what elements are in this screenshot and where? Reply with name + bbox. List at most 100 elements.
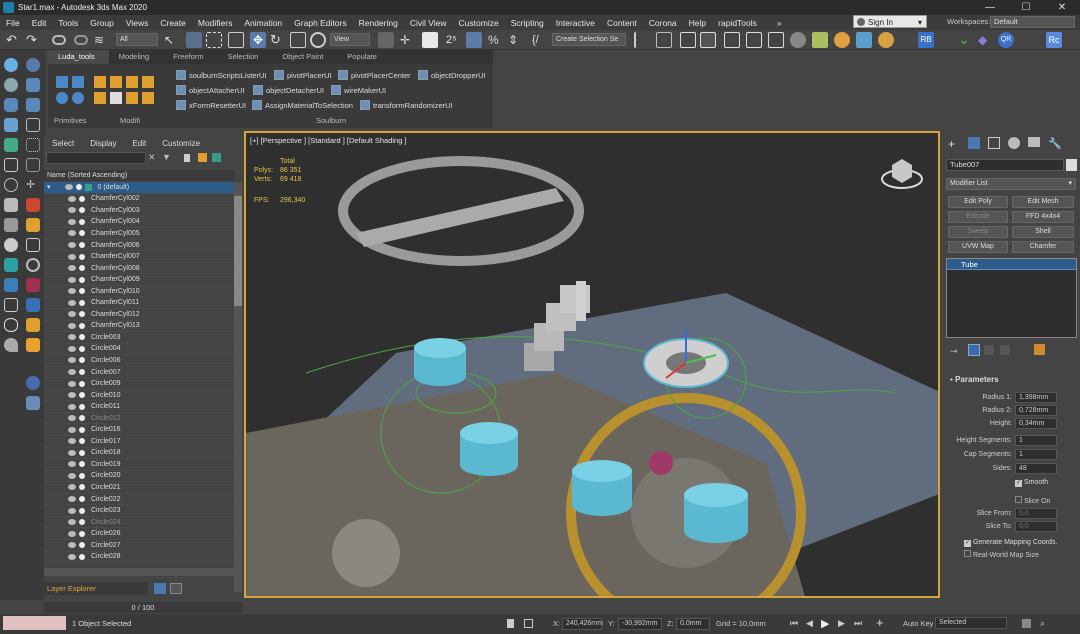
object-row[interactable]: Circle021 xyxy=(44,482,234,494)
redo-icon[interactable]: ↷ xyxy=(26,32,42,48)
dot-icon[interactable] xyxy=(4,238,18,252)
grid-icon[interactable] xyxy=(4,158,18,172)
mod-d-icon[interactable] xyxy=(142,76,154,88)
object-attacher-button[interactable]: objectAttacherUI xyxy=(176,85,244,95)
shape-icon[interactable] xyxy=(79,449,85,456)
schematic-view-icon[interactable] xyxy=(768,32,784,48)
cone-icon[interactable] xyxy=(26,98,40,112)
object-row[interactable]: Circle009 xyxy=(44,378,234,390)
link-icon[interactable] xyxy=(52,35,66,45)
pivot-icon[interactable] xyxy=(378,32,394,48)
perspective-viewport[interactable]: [+] [Perspective ] [Standard ] [Default … xyxy=(244,131,940,598)
select-manipulate-icon[interactable]: ✛ xyxy=(400,32,416,48)
workspace-select[interactable]: Default xyxy=(990,16,1075,28)
freeze-icon[interactable] xyxy=(79,276,85,283)
plane-icon[interactable] xyxy=(4,138,18,152)
freeze-icon[interactable] xyxy=(79,218,85,225)
visibility-eye-icon[interactable] xyxy=(68,357,76,364)
shape-icon[interactable] xyxy=(79,357,85,364)
tab-luda-tools[interactable]: Luda_tools xyxy=(48,50,109,64)
stack-item-tube[interactable]: Tube xyxy=(947,259,1076,270)
object-row[interactable]: Circle003 xyxy=(44,332,234,344)
globe-icon[interactable] xyxy=(26,376,40,390)
next-frame-icon[interactable]: ▶ xyxy=(838,618,845,629)
visibility-eye-icon[interactable] xyxy=(68,276,76,283)
sweep-button[interactable]: Sweep xyxy=(948,226,1008,238)
mod-h-icon[interactable] xyxy=(142,92,154,104)
explorer-menu-display[interactable]: Display xyxy=(82,139,124,148)
name-column-header[interactable]: Name (Sorted Ascending) xyxy=(44,170,234,181)
axis-icon[interactable]: ✛ xyxy=(26,178,40,192)
visibility-eye-icon[interactable] xyxy=(68,299,76,306)
visibility-eye-icon[interactable] xyxy=(68,207,76,214)
shell-button[interactable]: Shell xyxy=(1012,226,1074,238)
rotate-icon[interactable]: ↻ xyxy=(270,32,286,48)
mod-f-icon[interactable] xyxy=(110,92,122,104)
filter-icon[interactable]: ▼ xyxy=(162,152,171,162)
menu-scripting[interactable]: Scripting xyxy=(505,18,550,28)
real-world-checkbox[interactable]: Real-World Map Size xyxy=(964,550,1039,559)
signin-button[interactable]: Sign In ▾ xyxy=(853,15,927,28)
keyboard-shortcut-icon[interactable] xyxy=(422,32,438,48)
freeze-icon[interactable] xyxy=(79,265,85,272)
z-coord-field[interactable]: 0,0mm xyxy=(676,618,710,630)
close-button[interactable]: ✕ xyxy=(1044,0,1080,15)
sides-spinner[interactable]: 48 xyxy=(1015,463,1057,474)
shape-icon[interactable] xyxy=(79,334,85,341)
stack-icon[interactable] xyxy=(26,396,40,410)
selected-key-select[interactable]: Selected xyxy=(935,617,1007,629)
mod-icon[interactable] xyxy=(26,198,40,212)
shape-icon[interactable] xyxy=(79,530,85,537)
freeze-icon[interactable] xyxy=(79,253,85,260)
visibility-eye-icon[interactable] xyxy=(68,449,76,456)
modifier-list-select[interactable]: Modifier List ▾ xyxy=(946,178,1076,190)
radius1-spinner[interactable]: 1,398mm xyxy=(1015,392,1057,403)
freeze-icon[interactable] xyxy=(75,184,82,191)
ffd-button[interactable]: FFD 4x4x4 xyxy=(1012,211,1074,223)
xform-resetter-button[interactable]: xFormResetterUI xyxy=(176,100,246,110)
edit-poly-button[interactable]: Edit Poly xyxy=(948,196,1008,208)
placement-icon[interactable] xyxy=(310,32,326,48)
menu-edit[interactable]: Edit xyxy=(26,18,53,28)
object-color-swatch[interactable] xyxy=(1066,159,1077,171)
spline-icon[interactable] xyxy=(4,178,18,192)
tape-icon[interactable] xyxy=(26,158,40,172)
lamp-icon[interactable] xyxy=(4,118,18,132)
graphite-toggle-icon[interactable] xyxy=(724,32,740,48)
visibility-eye-icon[interactable] xyxy=(68,392,76,399)
lock-selection-icon[interactable] xyxy=(507,619,514,628)
bind-spacewarp-icon[interactable]: ≋ xyxy=(94,32,110,48)
shape-icon[interactable] xyxy=(79,507,85,514)
maxscript-listener[interactable] xyxy=(3,616,66,630)
visibility-eye-icon[interactable] xyxy=(68,426,76,433)
scrollbar-thumb[interactable] xyxy=(234,196,242,306)
cube-orange-icon[interactable] xyxy=(26,338,40,352)
mod-b-icon[interactable] xyxy=(110,76,122,88)
monitor-icon[interactable] xyxy=(4,278,18,292)
visibility-eye-icon[interactable] xyxy=(68,218,76,225)
mod-e-icon[interactable] xyxy=(94,92,106,104)
object-row[interactable]: Circle012 xyxy=(44,413,234,425)
object-row[interactable]: ChamferCyl010 xyxy=(44,286,234,298)
frame-counter[interactable]: 0 / 100 xyxy=(44,602,242,613)
snaps-toggle-icon[interactable]: 2⁵ xyxy=(446,32,462,48)
shape-icon[interactable] xyxy=(79,484,85,491)
menu-graph-editors[interactable]: Graph Editors xyxy=(288,18,352,28)
x-coord-field[interactable]: 240,426mm xyxy=(562,618,603,630)
visibility-eye-icon[interactable] xyxy=(64,184,73,191)
explorer-menu-customize[interactable]: Customize xyxy=(154,139,208,148)
slice-from-spinner[interactable]: 0,0 xyxy=(1015,508,1057,519)
visibility-eye-icon[interactable] xyxy=(68,507,76,514)
show-end-result-icon[interactable] xyxy=(968,344,980,356)
window-crossing-icon[interactable] xyxy=(228,32,244,48)
lock-icon[interactable] xyxy=(184,154,190,162)
visibility-eye-icon[interactable] xyxy=(68,530,76,537)
freeze-icon[interactable] xyxy=(79,195,85,202)
layer-add-icon[interactable] xyxy=(198,153,207,162)
create-tab-icon[interactable]: + xyxy=(948,137,955,151)
visibility-eye-icon[interactable] xyxy=(68,403,76,410)
mod-a-icon[interactable] xyxy=(94,76,106,88)
menu-content[interactable]: Content xyxy=(601,18,643,28)
menu-create[interactable]: Create xyxy=(154,18,192,28)
hierarchy-tab-icon[interactable] xyxy=(988,137,1000,149)
